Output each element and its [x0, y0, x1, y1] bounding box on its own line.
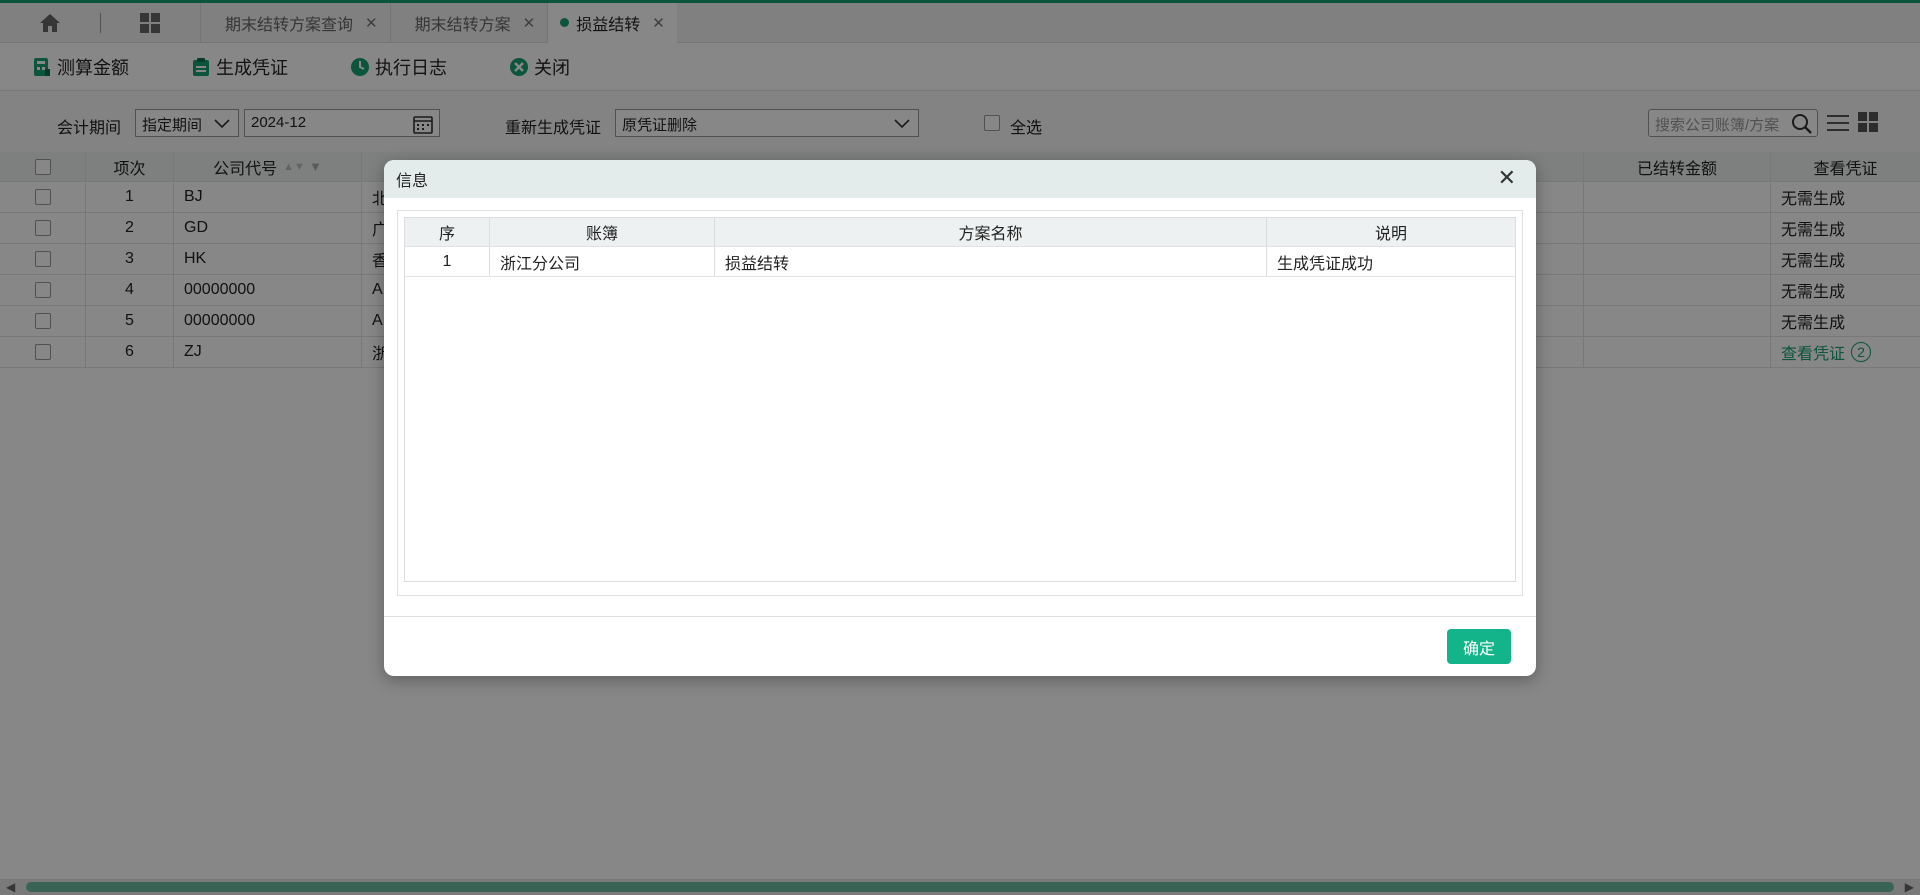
header-seq: 序: [405, 218, 490, 246]
confirm-button[interactable]: 确定: [1447, 629, 1511, 664]
close-icon[interactable]: ✕: [1498, 167, 1516, 189]
header-ledger: 账簿: [490, 218, 715, 246]
dialog-title: 信息: [396, 173, 429, 190]
result-description: 生成凭证成功: [1277, 255, 1374, 273]
result-seq: 1: [405, 247, 490, 276]
header-plan-name: 方案名称: [715, 218, 1267, 246]
dialog-header: 信息 ✕: [384, 160, 1536, 198]
info-dialog: 信息 ✕ 序 账簿 方案名称 说明 1 浙江分公司 损益结转 生成凭证成功 确定: [384, 160, 1536, 676]
header-description: 说明: [1374, 226, 1407, 243]
dialog-footer: 确定: [384, 616, 1536, 676]
table-row[interactable]: 1 浙江分公司 损益结转 生成凭证成功: [405, 247, 1515, 277]
result-plan-name: 损益结转: [715, 247, 1267, 276]
result-table: 序 账簿 方案名称 说明 1 浙江分公司 损益结转 生成凭证成功: [404, 217, 1516, 582]
result-header-row: 序 账簿 方案名称 说明: [405, 218, 1515, 247]
dialog-content: 序 账簿 方案名称 说明 1 浙江分公司 损益结转 生成凭证成功: [397, 210, 1523, 596]
result-ledger: 浙江分公司: [490, 247, 715, 276]
